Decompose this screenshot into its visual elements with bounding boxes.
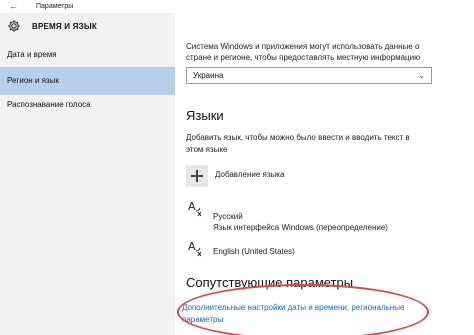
language-icon: A [188,200,202,217]
back-arrow-icon[interactable]: ← [9,1,18,11]
region-description-line-2: стране и регионе, чтобы предоставлять ме… [186,53,421,62]
region-description-line-1: Система Windows и приложения могут испол… [186,42,420,51]
annotation-circle [177,284,429,335]
sidebar-item-date-time[interactable]: Дата и время [0,41,175,69]
language-name-russian[interactable]: Русский [213,211,243,222]
svg-text:A: A [188,200,196,213]
language-detail-russian: Язык интерфейса Windows (переопределение… [213,223,388,232]
title-bar: ← Параметры [0,0,474,13]
chevron-down-icon: ⌄ [418,71,425,80]
sidebar: ВРЕМЯ И ЯЗЫК Дата и время Регион и язык … [0,13,175,335]
languages-description-line-2: этом языке [186,145,228,154]
svg-text:A: A [188,240,196,253]
sidebar-header-label: ВРЕМЯ И ЯЗЫК [32,22,97,31]
sidebar-header: ВРЕМЯ И ЯЗЫК [0,13,175,41]
window-title: Параметры [36,3,74,10]
language-icon: A [188,240,202,257]
language-name-english[interactable]: English (United States) [213,246,295,257]
add-language-button[interactable] [186,165,208,187]
country-select-value: Украина [193,71,224,80]
sidebar-item-speech[interactable]: Распознавание голоса [0,91,175,119]
gear-icon [8,20,20,32]
add-language-label[interactable]: Добавление языка [215,169,284,180]
languages-description-line-1: Добавить язык, чтобы можно было ввести и… [186,133,410,142]
country-select[interactable]: Украина ⌄ [186,67,432,84]
languages-heading: Языки [186,108,224,123]
